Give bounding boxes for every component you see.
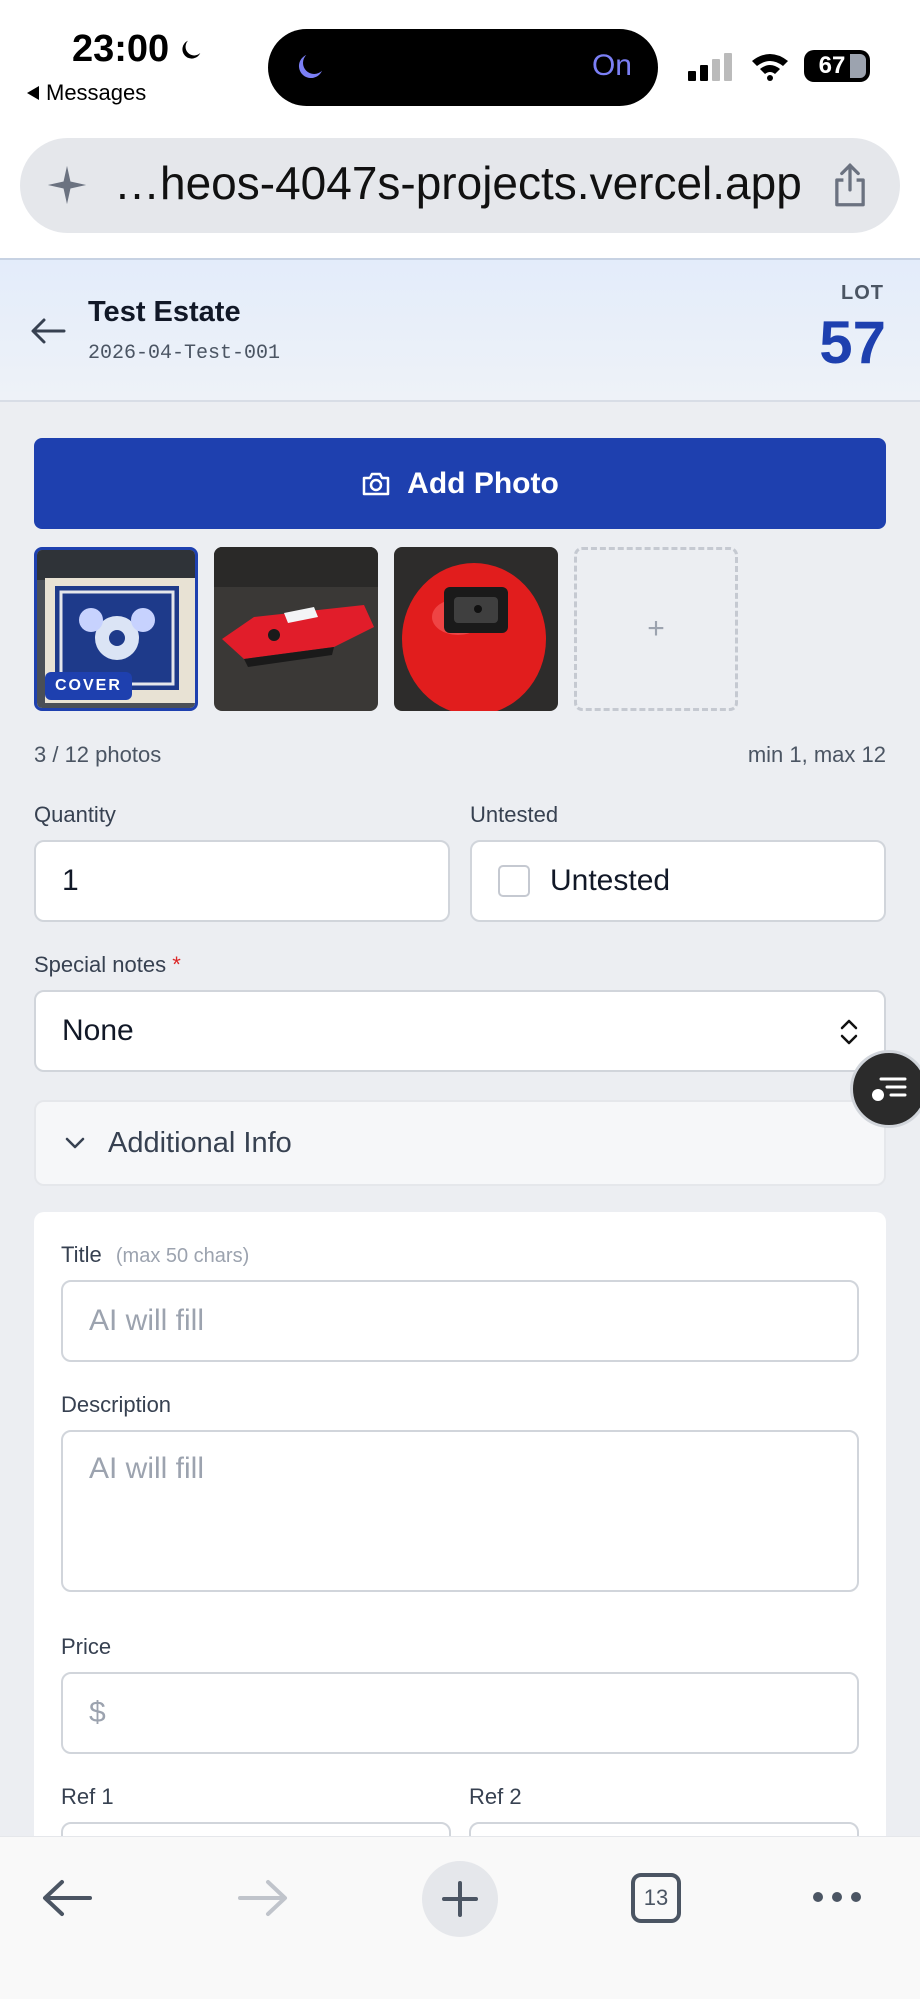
ref1-input[interactable]: [61, 1822, 451, 1836]
red-utility-knife-image: [214, 547, 378, 711]
details-panel: Title (max 50 chars) AI will fill Descri…: [34, 1212, 886, 1836]
title-input[interactable]: AI will fill: [61, 1280, 859, 1362]
battery-indicator: 67: [804, 50, 870, 82]
red-tape-measure-image: [394, 547, 558, 711]
add-photo-plus: +: [647, 612, 665, 645]
estate-code: 2026-04-Test-001: [88, 342, 281, 365]
url-text[interactable]: …heos-4047s-projects.vercel.app: [114, 156, 802, 210]
add-photo-label: Add Photo: [407, 466, 559, 500]
cellular-signal-icon: [688, 53, 732, 81]
untested-checkbox-label: Untested: [550, 864, 671, 897]
focus-status-text: On: [591, 49, 632, 82]
required-mark: *: [172, 952, 181, 977]
add-photo-tile[interactable]: +: [574, 547, 738, 711]
plus-icon: [442, 1881, 478, 1917]
time-text: 23:00: [72, 28, 170, 70]
untested-label: Untested: [470, 802, 559, 827]
photo-counts: 3 / 12 photos min 1, max 12: [34, 742, 886, 768]
photo-strip: COVER +: [34, 547, 738, 711]
moon-icon: [182, 40, 201, 59]
battery-level: 67: [818, 52, 846, 79]
photo-thumbnail-cover[interactable]: COVER: [34, 547, 198, 711]
photo-thumbnail-3[interactable]: [394, 547, 558, 711]
back-arrow-icon[interactable]: [30, 316, 66, 346]
wifi-icon: [752, 54, 788, 81]
share-icon[interactable]: [830, 162, 870, 208]
quantity-value: 1: [62, 864, 79, 897]
tab-count: 13: [643, 1885, 669, 1910]
untested-checkbox[interactable]: [498, 865, 530, 897]
status-indicators: 67: [688, 50, 870, 82]
special-notes-value: None: [62, 1014, 134, 1047]
main-content: Add Photo COVER + 3 / 12 photos min 1, m…: [0, 402, 920, 1836]
back-triangle-icon: [27, 86, 39, 100]
ref2-input[interactable]: [469, 1822, 859, 1836]
ref2-label: Ref 2: [469, 1784, 522, 1809]
reader-menu-button[interactable]: [850, 1050, 920, 1128]
back-icon[interactable]: [40, 1877, 94, 1919]
untested-checkbox-field[interactable]: Untested: [470, 840, 886, 922]
chevron-up-down-icon: [840, 1019, 858, 1045]
more-icon[interactable]: [812, 1891, 862, 1903]
focus-moon-icon: [298, 55, 322, 79]
description-placeholder: AI will fill: [89, 1452, 205, 1485]
additional-info-toggle[interactable]: Additional Info: [34, 1100, 886, 1186]
status-time: 23:00: [72, 28, 205, 71]
title-label: Title (max 50 chars): [61, 1242, 249, 1268]
quantity-input[interactable]: 1: [34, 840, 450, 922]
dynamic-island: On: [268, 29, 658, 106]
forward-icon[interactable]: [236, 1877, 290, 1919]
sparkle-icon[interactable]: [44, 162, 90, 208]
quantity-label: Quantity: [34, 802, 116, 827]
additional-info-label: Additional Info: [108, 1126, 292, 1159]
photo-count: 3 / 12 photos: [34, 742, 162, 767]
price-input[interactable]: $: [61, 1672, 859, 1754]
cover-badge: COVER: [45, 672, 132, 700]
add-photo-button[interactable]: Add Photo: [34, 438, 886, 529]
title-placeholder: AI will fill: [89, 1304, 205, 1337]
back-to-messages[interactable]: Messages: [26, 80, 146, 106]
description-label: Description: [61, 1392, 172, 1417]
tabs-button[interactable]: 13: [631, 1873, 681, 1923]
special-notes-select[interactable]: None: [34, 990, 886, 1072]
browser-toolbar: 13: [0, 1836, 920, 1999]
photo-limits: min 1, max 12: [747, 742, 886, 767]
lot-label: LOT: [841, 282, 884, 304]
price-placeholder: $: [89, 1696, 106, 1729]
ref1-label: Ref 1: [61, 1784, 114, 1809]
new-tab-button[interactable]: [422, 1861, 498, 1937]
camera-icon: [362, 472, 390, 495]
chevron-down-icon: [65, 1137, 85, 1149]
address-bar[interactable]: …heos-4047s-projects.vercel.app: [20, 138, 900, 233]
price-label: Price: [61, 1634, 112, 1659]
app-header: Test Estate 2026-04-Test-001 LOT 57: [0, 260, 920, 402]
status-bar: 23:00 Messages On 67: [0, 0, 920, 120]
photo-thumbnail-2[interactable]: [214, 547, 378, 711]
back-to-messages-label: Messages: [46, 80, 147, 105]
lot-number: 57: [819, 309, 886, 376]
estate-title: Test Estate: [88, 296, 241, 328]
title-label-text: Title: [61, 1242, 102, 1267]
description-textarea[interactable]: AI will fill: [61, 1430, 859, 1592]
special-notes-label: Special notes *: [34, 952, 181, 978]
title-hint: (max 50 chars): [115, 1245, 250, 1267]
special-notes-label-text: Special notes: [34, 952, 167, 977]
reader-list-icon: [872, 1077, 907, 1101]
